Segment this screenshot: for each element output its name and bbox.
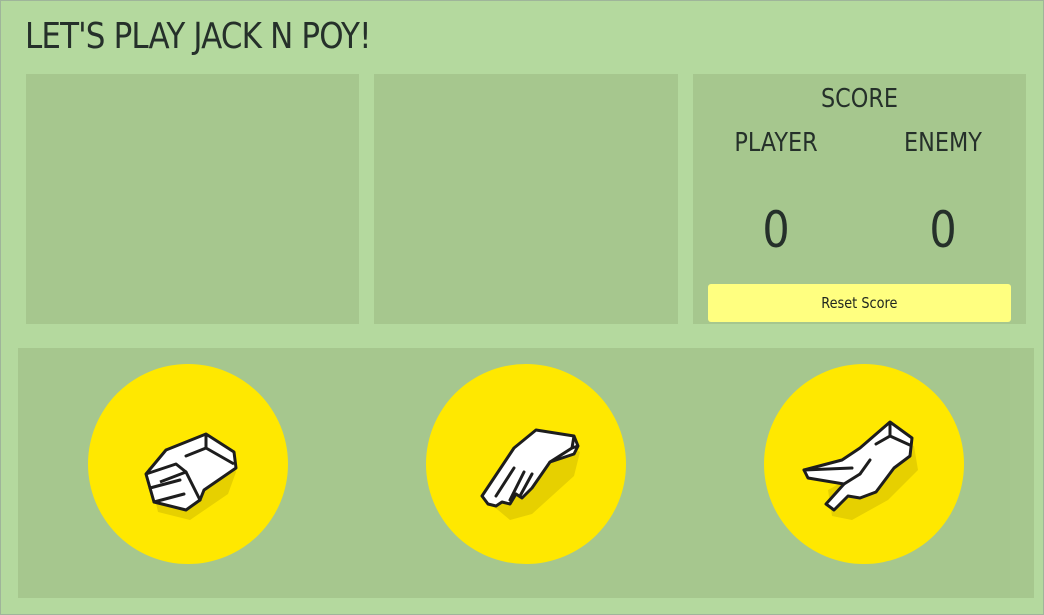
rock-hand-icon <box>144 432 238 520</box>
choices-panel <box>18 348 1034 598</box>
reset-score-label: Reset Score <box>821 294 898 312</box>
player-score-value: 0 <box>762 201 790 259</box>
score-heading: SCORE <box>820 84 899 114</box>
paper-hand-icon <box>480 428 580 520</box>
player-choice-display <box>26 74 359 324</box>
rock-choice-button[interactable] <box>88 364 288 564</box>
enemy-score-label: ENEMY <box>904 128 982 158</box>
reset-score-button[interactable]: Reset Score <box>708 284 1011 322</box>
scoreboard: SCORE PLAYER ENEMY 0 0 Reset Score <box>693 74 1026 324</box>
paper-choice-button[interactable] <box>426 364 626 564</box>
enemy-score-value: 0 <box>929 201 957 259</box>
page-title: LET'S PLAY JACK N POY! <box>25 16 371 57</box>
scissors-hand-icon <box>802 420 918 520</box>
player-score-label: PLAYER <box>734 128 818 158</box>
scissors-choice-button[interactable] <box>764 364 964 564</box>
enemy-choice-display <box>374 74 678 324</box>
